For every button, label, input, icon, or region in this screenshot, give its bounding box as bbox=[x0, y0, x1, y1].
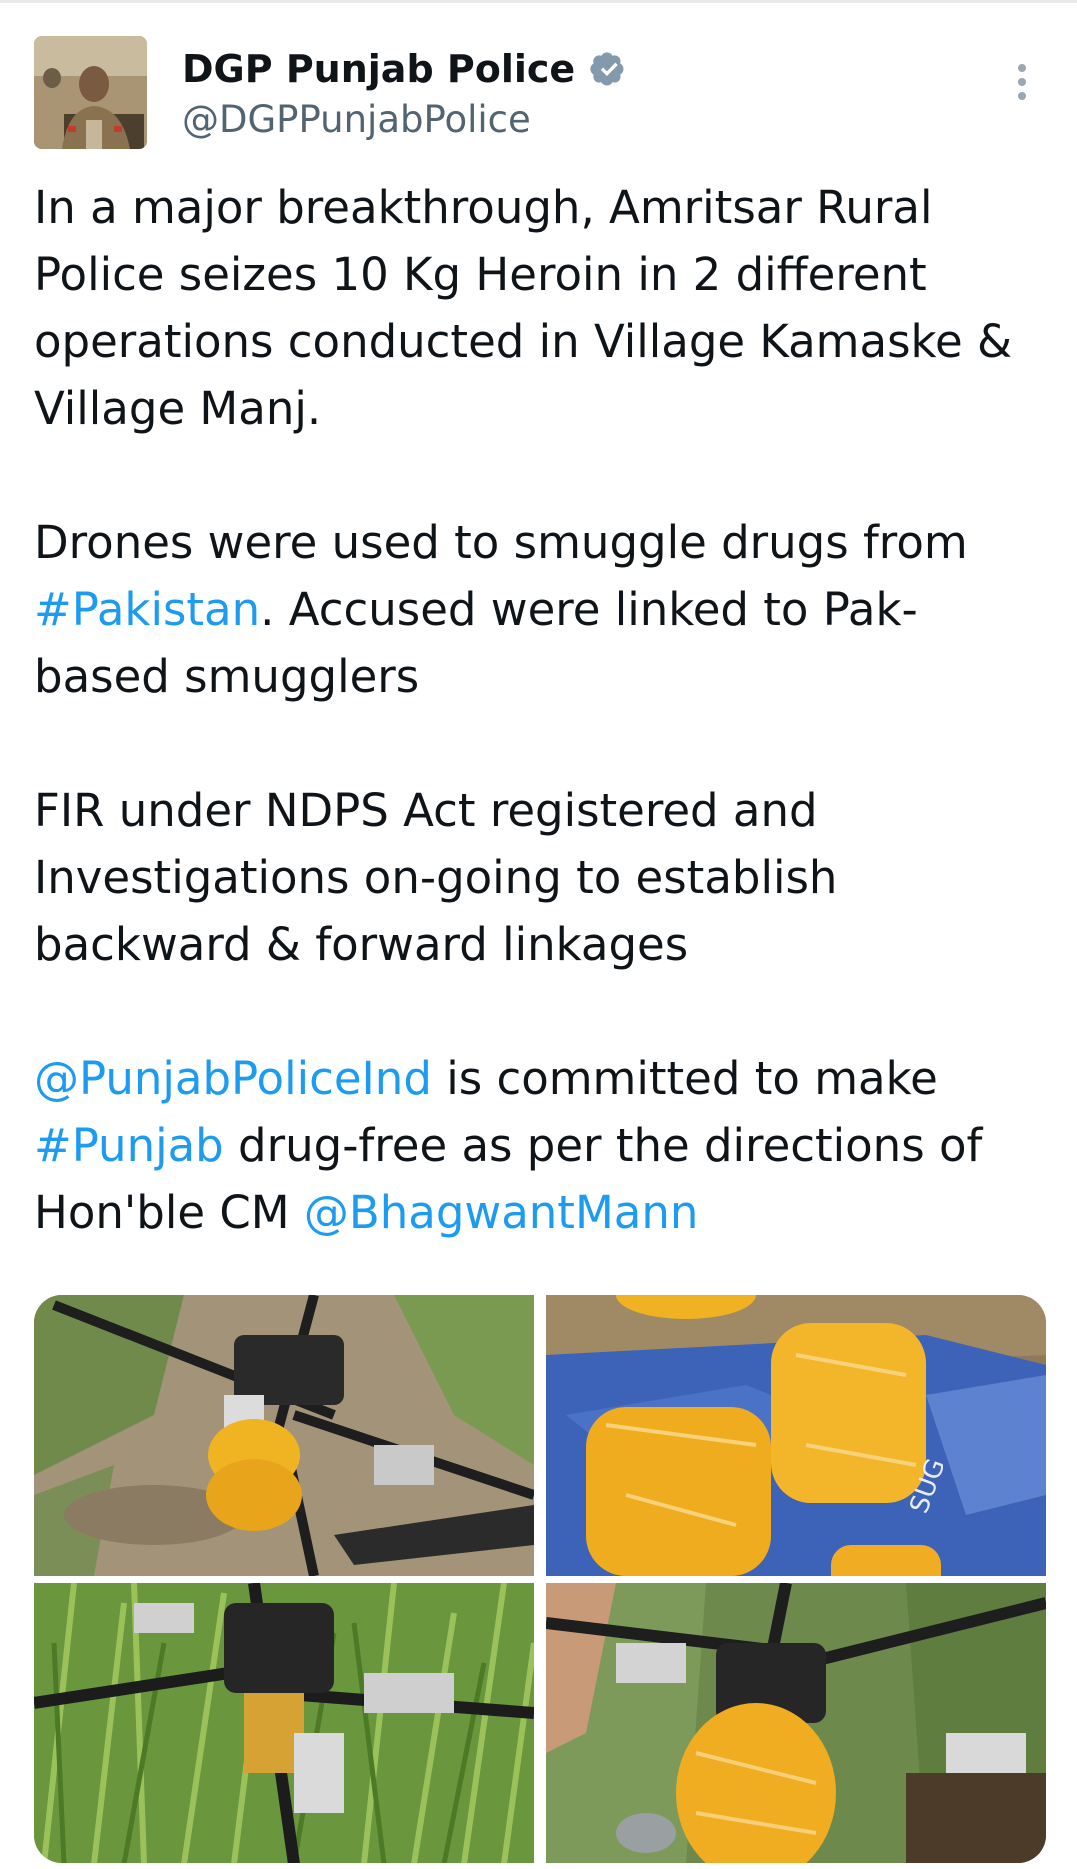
tweet-paragraph: FIR under NDPS Act registered and Invest… bbox=[34, 777, 1044, 978]
user-handle[interactable]: @DGPPunjabPolice bbox=[182, 96, 531, 144]
tweet-text-span: is committed to make bbox=[431, 1052, 938, 1105]
more-dot-icon bbox=[1018, 92, 1026, 100]
more-dot-icon bbox=[1018, 64, 1026, 72]
verified-badge-icon bbox=[587, 49, 627, 89]
heroin-packets-photo-icon: SUG bbox=[546, 1295, 1046, 1576]
more-options-button[interactable] bbox=[1002, 58, 1042, 106]
name-row: DGP Punjab Police bbox=[182, 44, 627, 94]
mention-link-bhagwantmann[interactable]: @BhagwantMann bbox=[304, 1186, 699, 1239]
display-name[interactable]: DGP Punjab Police bbox=[182, 44, 575, 94]
drone-in-grass-photo-icon bbox=[34, 1583, 534, 1863]
tweet-header: DGP Punjab Police @DGPPunjabPolice bbox=[34, 36, 1044, 152]
media-photo-3[interactable] bbox=[34, 1583, 534, 1863]
tweet-body: In a major breakthrough, Amritsar Rural … bbox=[34, 174, 1044, 1246]
top-divider bbox=[0, 0, 1077, 3]
hashtag-link-punjab[interactable]: #Punjab bbox=[34, 1119, 224, 1172]
media-photo-1[interactable] bbox=[34, 1295, 534, 1576]
drone-on-ground-photo-icon bbox=[34, 1295, 534, 1576]
hashtag-link-pakistan[interactable]: #Pakistan bbox=[34, 583, 260, 636]
drone-with-packet-photo-icon bbox=[546, 1583, 1046, 1863]
officer-portrait-avatar-icon bbox=[34, 36, 147, 149]
tweet-paragraph: Drones were used to smuggle drugs from #… bbox=[34, 509, 1044, 710]
avatar[interactable] bbox=[34, 36, 147, 149]
tweet-text-span: In a major breakthrough, Amritsar Rural … bbox=[34, 181, 1013, 435]
media-grid: SUG bbox=[34, 1295, 1046, 1863]
tweet-text-span: FIR under NDPS Act registered and Invest… bbox=[34, 784, 838, 971]
mention-link-punjabpoliceind[interactable]: @PunjabPoliceInd bbox=[34, 1052, 432, 1105]
media-photo-4[interactable] bbox=[546, 1583, 1046, 1863]
tweet-paragraph: In a major breakthrough, Amritsar Rural … bbox=[34, 174, 1044, 442]
tweet-paragraph: @PunjabPoliceInd is committed to make #P… bbox=[34, 1045, 1044, 1246]
media-photo-2[interactable]: SUG bbox=[546, 1295, 1046, 1576]
more-dot-icon bbox=[1018, 78, 1026, 86]
tweet-text-span: Drones were used to smuggle drugs from bbox=[34, 516, 968, 569]
